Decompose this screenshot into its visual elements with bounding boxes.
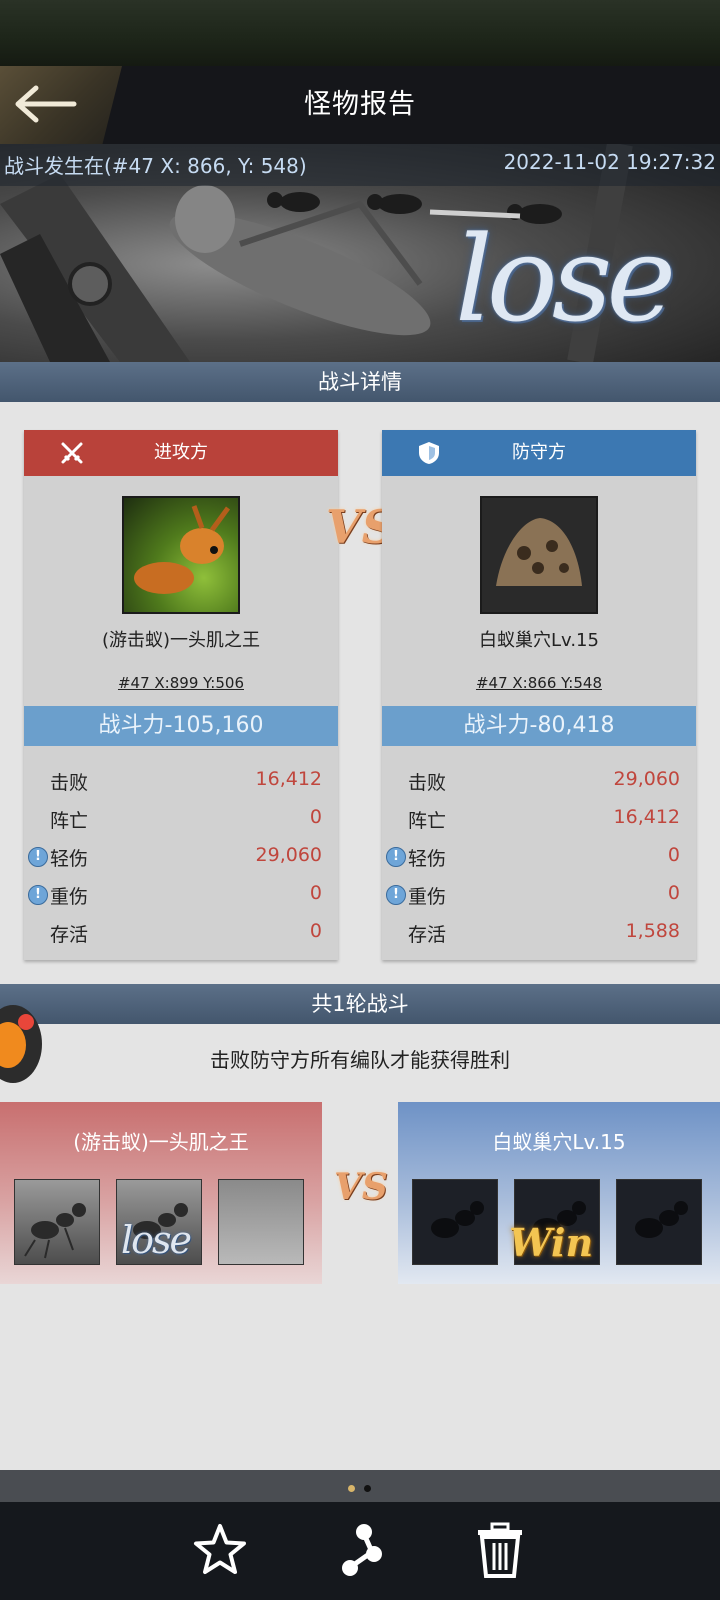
defender-coords-link[interactable]: #47 X:866 Y:548	[382, 674, 696, 692]
stat-value: 29,060	[613, 768, 680, 790]
info-icon[interactable]: !	[28, 885, 48, 905]
unit-result-lose: lose	[121, 1218, 192, 1262]
stat-value: 0	[667, 844, 680, 866]
attacker-formation[interactable]: (游击蚁)一头肌之王 lose	[0, 1102, 322, 1284]
info-icon[interactable]: !	[386, 885, 406, 905]
defender-stat-row: 阵亡 16,412	[382, 800, 696, 838]
stat-label: 轻伤	[408, 848, 447, 870]
page-dot[interactable]	[364, 1485, 371, 1492]
stat-label: 存活	[408, 924, 447, 946]
star-icon[interactable]	[190, 1520, 250, 1580]
attacker-unit-slot-empty[interactable]	[218, 1179, 304, 1265]
shield-icon	[419, 442, 439, 464]
attacker-card: 进攻方 (游击蚁)一头肌之王 #47 X:899 Y:506 战斗力-105,1…	[24, 430, 338, 960]
defender-unit-slot[interactable]: Win	[509, 1179, 600, 1265]
defender-stat-row: 击败 29,060	[382, 762, 696, 800]
stat-label: 重伤	[408, 886, 447, 908]
defender-portrait[interactable]	[480, 496, 598, 614]
defender-unit-slot[interactable]	[412, 1179, 498, 1265]
stat-label: 击败	[408, 772, 447, 794]
info-icon[interactable]: !	[28, 847, 48, 867]
stat-value: 0	[667, 882, 680, 904]
crossed-swords-icon	[61, 442, 83, 464]
stat-label: 阵亡	[408, 810, 447, 832]
stat-label: 轻伤	[50, 848, 89, 870]
attacker-stat-row: ! 重伤 0	[24, 876, 338, 914]
attacker-team-name: (游击蚁)一头肌之王	[73, 1130, 249, 1154]
attacker-stat-row: 存活 0	[24, 914, 338, 952]
attacker-name: (游击蚁)一头肌之王	[101, 630, 261, 651]
attacker-header: 进攻方	[24, 430, 338, 476]
defender-role-label: 防守方	[512, 442, 566, 463]
stat-value: 0	[309, 882, 322, 904]
stat-value: 16,412	[255, 768, 322, 790]
victory-condition-text: 击败防守方所有编队才能获得胜利	[210, 1048, 510, 1072]
stat-label: 重伤	[50, 886, 89, 908]
attacker-stat-row: 击败 16,412	[24, 762, 338, 800]
defender-formation[interactable]: 白蚁巢穴Lv.15 Win	[398, 1102, 720, 1284]
battle-timestamp: 2022-11-02 19:27:32	[503, 150, 716, 174]
battle-result-lose: lose	[455, 210, 676, 348]
stat-value: 1,588	[625, 920, 680, 942]
defender-power: 战斗力-80,418	[382, 706, 696, 746]
stat-value: 16,412	[613, 806, 680, 828]
defender-stat-row: 存活 1,588	[382, 914, 696, 952]
trash-icon[interactable]	[470, 1520, 530, 1580]
unit-result-win: Win	[509, 1220, 594, 1265]
battle-location[interactable]: 战斗发生在(#47 X: 866, Y: 548)	[4, 150, 307, 179]
defender-stat-row: ! 重伤 0	[382, 876, 696, 914]
notification-dot	[18, 1014, 34, 1030]
top-background	[0, 0, 720, 66]
page-title: 怪物报告	[304, 89, 416, 120]
vs-emblem-small: VS	[334, 1166, 388, 1208]
attacker-portrait[interactable]	[122, 496, 240, 614]
stat-value: 0	[309, 806, 322, 828]
defender-header: 防守方	[382, 430, 696, 476]
stat-label: 阵亡	[50, 810, 89, 832]
attacker-stat-row: 阵亡 0	[24, 800, 338, 838]
attacker-role-label: 进攻方	[154, 442, 208, 463]
defender-unit-slot[interactable]	[616, 1179, 702, 1265]
info-icon[interactable]: !	[386, 847, 406, 867]
share-icon[interactable]	[330, 1520, 390, 1580]
attacker-unit-slot[interactable]	[14, 1179, 100, 1265]
attacker-stat-row: ! 轻伤 29,060	[24, 838, 338, 876]
stat-value: 29,060	[255, 844, 322, 866]
page-dot-active[interactable]	[348, 1485, 355, 1492]
attacker-power: 战斗力-105,160	[24, 706, 338, 746]
defender-stat-row: ! 轻伤 0	[382, 838, 696, 876]
attacker-coords-link[interactable]: #47 X:899 Y:506	[24, 674, 338, 692]
stat-label: 存活	[50, 924, 89, 946]
pagination-strip	[0, 1470, 720, 1502]
defender-card: 防守方 白蚁巢穴Lv.15 #47 X:866 Y:548 战斗力-80,418…	[382, 430, 696, 960]
stat-value: 0	[309, 920, 322, 942]
defender-name: 白蚁巢穴Lv.15	[479, 630, 599, 651]
stat-label: 击败	[50, 772, 89, 794]
rounds-section-title: 共1轮战斗	[0, 984, 720, 1024]
defender-team-name: 白蚁巢穴Lv.15	[492, 1130, 626, 1154]
attacker-unit-slot[interactable]: lose	[116, 1179, 202, 1265]
details-section-title: 战斗详情	[0, 362, 720, 402]
